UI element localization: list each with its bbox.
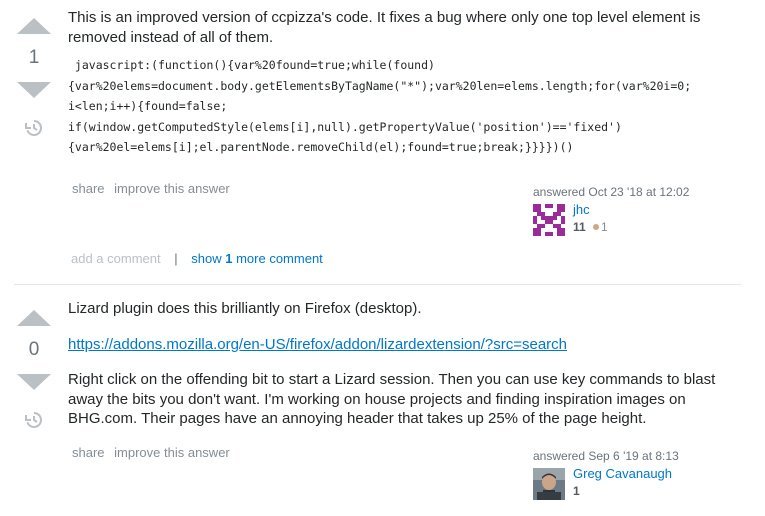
answer-paragraph: Right click on the offending bit to star… [68, 371, 716, 427]
vote-cell: 0 [14, 310, 54, 435]
lizard-addon-link[interactable]: https://addons.mozilla.org/en-US/firefox… [68, 336, 567, 353]
avatar[interactable] [533, 204, 565, 236]
code-line: javascript:(function(){var%20found=true;… [68, 58, 435, 72]
answer-divider [14, 284, 741, 285]
reputation-value: 1 [573, 484, 580, 498]
bronze-badge-count: 1 [601, 220, 608, 234]
post-menu: share improve this answer [72, 445, 236, 460]
reputation-value: 11 [573, 220, 586, 234]
downvote-arrow-icon[interactable] [17, 82, 51, 98]
answer-paragraph: Lizard plugin does this brilliantly on F… [68, 300, 422, 317]
answered-label: answered [533, 449, 586, 463]
vote-count: 1 [28, 47, 40, 68]
code-line: {var%20elems=document.body.getElementsBy… [68, 78, 692, 93]
upvote-arrow-icon[interactable] [17, 310, 51, 326]
answered-timestamp: answered Sep 6 '19 at 8:13 [533, 449, 679, 463]
answered-time[interactable]: Oct 23 '18 at 12:02 [588, 185, 689, 199]
history-icon[interactable] [24, 118, 44, 138]
user-signature: answered Oct 23 '18 at 12:02 jhc 11 1 [533, 185, 689, 238]
history-icon[interactable] [24, 410, 44, 430]
code-line: i<len;i++){found=false; [68, 99, 228, 113]
comment-separator: | [174, 251, 178, 266]
vote-cell: 1 [14, 18, 54, 143]
reputation-score: 1 [573, 484, 580, 498]
upvote-arrow-icon[interactable] [17, 18, 51, 34]
show-more-comments-link[interactable]: show 1 more comment [191, 251, 323, 266]
avatar[interactable] [533, 468, 565, 500]
add-comment-link[interactable]: add a comment [71, 251, 161, 266]
bronze-badge-icon [593, 224, 600, 231]
share-link[interactable]: share [72, 445, 105, 460]
code-line: {var%20el=elems[i];el.parentNode.removeC… [68, 140, 574, 154]
downvote-arrow-icon[interactable] [17, 374, 51, 390]
more-comment-label: more comment [236, 251, 323, 266]
post-menu: share improve this answer [72, 181, 236, 196]
answer-text: This is an improved version of ccpizza's… [68, 9, 701, 46]
answered-timestamp: answered Oct 23 '18 at 12:02 [533, 185, 689, 199]
share-link[interactable]: share [72, 181, 105, 196]
improve-answer-link[interactable]: improve this answer [114, 181, 230, 196]
code-line: if(window.getComputedStyle(elems[i],null… [68, 119, 622, 134]
improve-answer-link[interactable]: improve this answer [114, 445, 230, 460]
comments-bar: add a comment | show 1 more comment [71, 251, 323, 266]
code-block: javascript:(function(){var%20found=true;… [68, 55, 728, 158]
answered-time[interactable]: Sep 6 '19 at 8:13 [588, 449, 678, 463]
reputation-score: 11 1 [573, 220, 608, 234]
user-name-link[interactable]: jhc [573, 202, 590, 217]
show-label: show [191, 251, 222, 266]
answer-body: This is an improved version of ccpizza's… [68, 8, 728, 158]
user-name-link[interactable]: Greg Cavanaugh [573, 466, 672, 481]
more-comment-count: 1 [225, 251, 233, 266]
answered-label: answered [533, 185, 586, 199]
user-signature: answered Sep 6 '19 at 8:13 Greg Cavanaug… [533, 449, 679, 502]
vote-count: 0 [28, 339, 40, 360]
answer-body: Lizard plugin does this brilliantly on F… [68, 299, 728, 429]
